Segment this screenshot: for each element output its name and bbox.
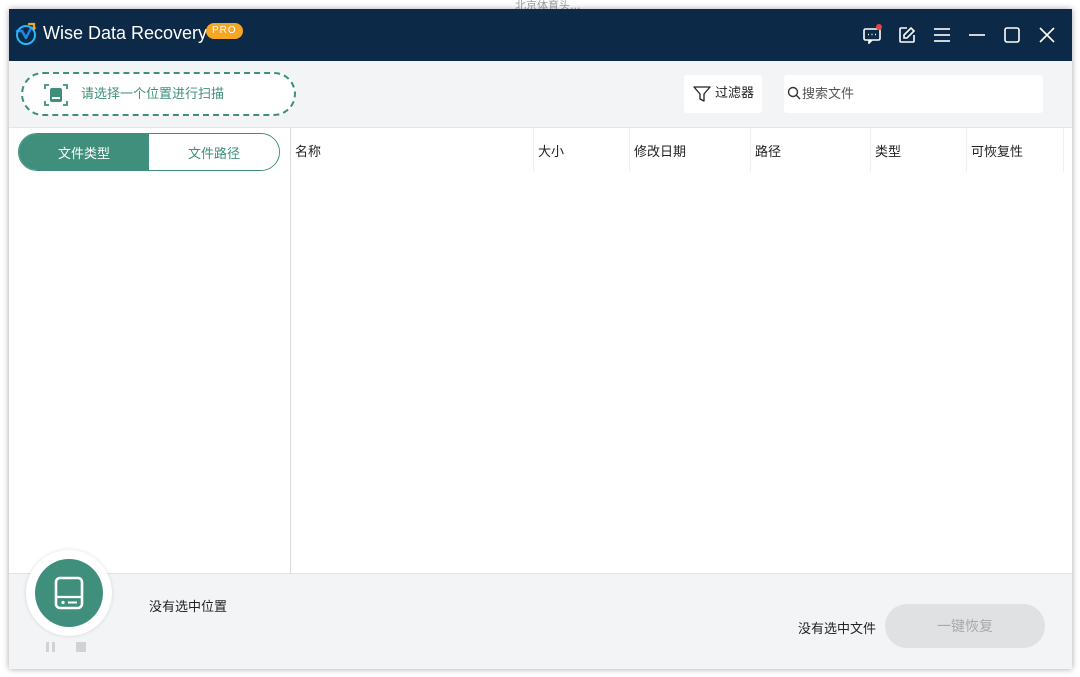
minimize-icon	[968, 34, 985, 36]
app-window: Wise Data Recovery PRO 请选择一个位置进行扫描 过滤器 搜…	[9, 9, 1072, 669]
edit-icon	[898, 26, 915, 43]
maximize-button[interactable]	[994, 22, 1029, 48]
column-header-size[interactable]: 大小	[534, 128, 630, 172]
column-header-type[interactable]: 类型	[871, 128, 967, 172]
tab-file-type[interactable]: 文件类型	[19, 134, 149, 170]
filter-label: 过滤器	[715, 86, 755, 101]
drive-button-wrap	[26, 550, 112, 636]
drive-scan-icon	[44, 84, 68, 106]
search-icon	[787, 86, 801, 100]
menu-icon	[933, 28, 950, 42]
pro-badge: PRO	[206, 23, 243, 39]
filter-icon	[693, 86, 711, 102]
title-bar[interactable]: Wise Data Recovery PRO	[9, 9, 1072, 61]
search-box[interactable]	[784, 75, 1043, 113]
close-button[interactable]	[1029, 22, 1064, 48]
scan-location-label: 请选择一个位置进行扫描	[81, 87, 225, 102]
tab-file-path[interactable]: 文件路径	[149, 134, 279, 170]
screen: 北京体育头... Wise Data Recovery PRO 请选择一个位置进…	[0, 0, 1080, 677]
search-input[interactable]	[802, 84, 1032, 104]
close-icon	[1038, 27, 1055, 43]
one-click-recover-button[interactable]: 一键恢复	[885, 604, 1045, 648]
toolbar: 请选择一个位置进行扫描 过滤器	[9, 61, 1072, 128]
hard-drive-icon	[54, 576, 84, 610]
table-header: 名称 大小 修改日期 路径 类型 可恢复性	[291, 128, 1072, 172]
column-header-path[interactable]: 路径	[751, 128, 871, 172]
background-window-title: 北京体育头...	[515, 0, 581, 9]
column-header-modified-date[interactable]: 修改日期	[630, 128, 751, 172]
file-table: 名称 大小 修改日期 路径 类型 可恢复性	[291, 128, 1072, 573]
app-logo-icon	[15, 22, 37, 45]
status-bar: 没有选中位置 没有选中文件 一键恢复	[9, 550, 1072, 669]
pause-icon[interactable]	[45, 641, 57, 653]
view-mode-toggle: 文件类型 文件路径	[18, 133, 280, 171]
column-header-recoverability[interactable]: 可恢复性	[967, 128, 1064, 172]
window-controls	[854, 22, 1064, 48]
notification-dot	[876, 24, 882, 30]
column-header-name[interactable]: 名称	[291, 128, 534, 172]
location-status: 没有选中位置	[149, 600, 228, 615]
stop-icon[interactable]	[75, 641, 87, 653]
selected-files-status: 没有选中文件	[798, 622, 877, 637]
edit-button[interactable]	[889, 22, 924, 48]
scan-location-button[interactable]: 请选择一个位置进行扫描	[21, 72, 296, 116]
sidebar: 文件类型 文件路径	[9, 128, 291, 573]
menu-button[interactable]	[924, 22, 959, 48]
feedback-button[interactable]	[854, 22, 889, 48]
maximize-icon	[1003, 27, 1020, 43]
minimize-button[interactable]	[959, 22, 994, 48]
app-title: Wise Data Recovery	[43, 23, 208, 43]
drive-button[interactable]	[35, 559, 103, 627]
filter-button[interactable]: 过滤器	[684, 75, 762, 113]
